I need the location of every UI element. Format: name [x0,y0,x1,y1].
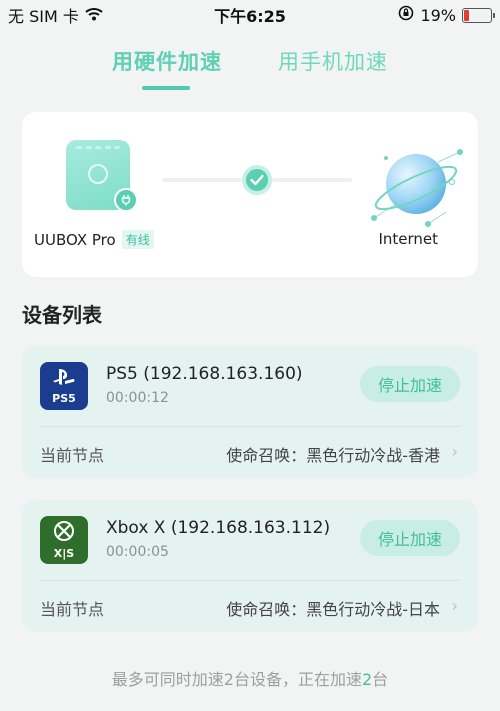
device-name: Xbox X (192.168.163.112) [106,518,331,538]
current-node-label: 当前节点 [40,446,105,465]
device-name: PS5 (192.168.163.160) [106,364,303,384]
device-name: UUBOX Pro [34,230,116,249]
plug-icon [114,188,138,212]
stop-accel-button[interactable]: 停止加速 [360,520,460,556]
footer-note: 最多可同时加速2台设备，正在加速2台 [0,666,500,690]
status-right: 19% [398,5,495,25]
chevron-right-icon[interactable]: › [452,442,458,461]
orientation-lock-icon [398,5,414,25]
status-bar: 无 SIM 卡 下午6:25 19% [0,0,500,30]
active-tab-indicator [142,86,190,90]
xbox-icon-text: X|S [53,547,75,560]
battery-icon [462,7,495,23]
connection-card: UUBOX Pro 有线 Internet [22,112,478,277]
tab-phone-accel[interactable]: 用手机加速 [278,46,388,76]
xbox-icon: X|S [40,516,88,564]
uubox-logo-icon [88,164,108,184]
footer-suffix: 台 [372,670,389,689]
elapsed-time: 00:00:12 [106,390,169,406]
card-divider [40,580,460,581]
status-left: 无 SIM 卡 [8,3,103,27]
battery-percent: 19% [420,5,456,25]
wired-badge: 有线 [121,230,154,249]
current-node-value[interactable]: 使命召唤：黑色行动冷战-香港 [226,442,440,466]
connection-line-right [272,178,352,182]
wifi-icon [85,6,103,25]
footer-text: 最多可同时加速2台设备，正在加速 [111,670,362,689]
stop-accel-button[interactable]: 停止加速 [360,366,460,402]
device-name-row: UUBOX Pro 有线 [34,230,154,249]
current-node-value[interactable]: 使命召唤：黑色行动冷战-日本 [226,596,440,620]
device-card-ps5: PS5 PS5 (192.168.163.160) 00:00:12 停止加速 … [22,346,478,478]
internet-planet-icon [368,138,464,234]
mode-tabs: 用硬件加速 用手机加速 [0,40,500,94]
ps5-icon: PS5 [40,362,88,410]
ps5-icon-text: PS5 [52,392,76,405]
carrier-label: 无 SIM 卡 [8,7,79,26]
check-icon [242,165,272,195]
device-list-title: 设备列表 [22,303,102,327]
chevron-right-icon[interactable]: › [452,596,458,615]
internet-label: Internet [378,230,438,248]
battery-level [464,9,469,21]
card-divider [40,426,460,427]
elapsed-time: 00:00:05 [106,544,169,560]
current-node-label: 当前节点 [40,600,105,619]
device-card-xbox: X|S Xbox X (192.168.163.112) 00:00:05 停止… [22,500,478,632]
device-vents [76,146,120,151]
footer-count: 2 [361,670,373,689]
tab-hardware-accel[interactable]: 用硬件加速 [112,46,222,76]
connection-line-left [162,178,242,182]
